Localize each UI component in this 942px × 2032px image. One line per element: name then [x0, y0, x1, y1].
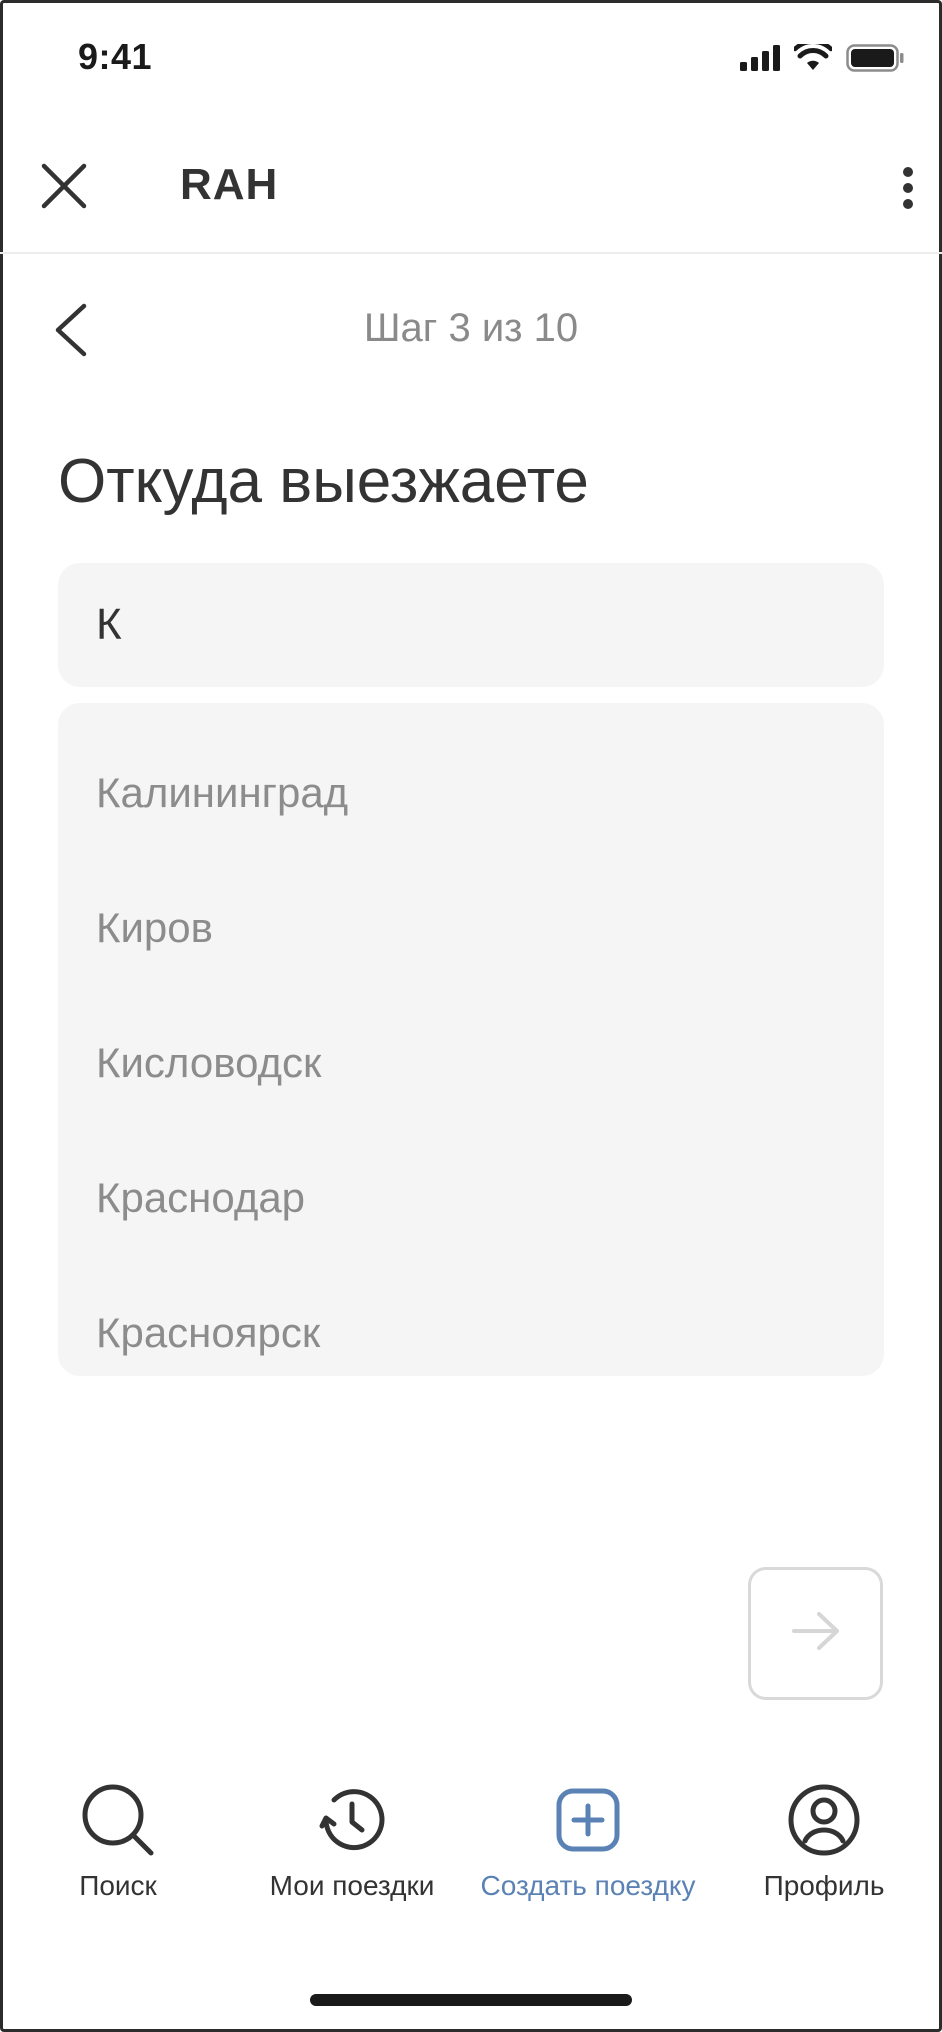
tab-label: Мои поездки: [269, 1870, 435, 1901]
suggestion-item[interactable]: Калининград: [58, 725, 884, 860]
arrow-right-icon: [791, 1611, 841, 1656]
suggestion-item[interactable]: Кисловодск: [58, 995, 884, 1130]
search-icon: [78, 1780, 158, 1860]
city-suggestions-list: Калининград Киров Кисловодск Краснодар К…: [58, 703, 884, 1376]
page-title: Откуда выезжаете: [58, 447, 589, 516]
suggestion-item[interactable]: Красноярск: [58, 1265, 884, 1400]
status-bar: 9:41: [0, 0, 942, 120]
tab-label: Создать поездку: [480, 1870, 696, 1901]
tab-label: Профиль: [763, 1870, 885, 1901]
tab-my-trips[interactable]: Мои поездки: [262, 1780, 442, 1902]
status-time: 9:41: [78, 36, 153, 77]
battery-icon: [846, 44, 904, 77]
close-button[interactable]: [36, 160, 92, 216]
suggestion-item[interactable]: Краснодар: [58, 1130, 884, 1265]
profile-icon: [784, 1780, 864, 1860]
tab-search[interactable]: Поиск: [68, 1780, 168, 1902]
more-vertical-icon: [902, 166, 914, 215]
bottom-tab-bar: Поиск Мои поездки Создать поездку Профил…: [0, 1780, 942, 1920]
home-indicator: [310, 1994, 632, 2006]
app-header: RAH: [0, 120, 942, 254]
app-title: RAH: [180, 160, 279, 209]
tab-create-trip[interactable]: Создать поездку: [480, 1780, 696, 1902]
next-step-button[interactable]: [748, 1567, 883, 1700]
departure-city-input[interactable]: [58, 563, 884, 687]
history-icon: [312, 1780, 392, 1860]
wifi-icon: [792, 39, 834, 77]
step-indicator: Шаг 3 из 10: [363, 306, 579, 350]
cellular-signal-icon: [740, 45, 780, 76]
more-options-button[interactable]: [888, 160, 928, 220]
suggestion-item[interactable]: Киров: [58, 860, 884, 995]
tab-profile[interactable]: Профиль: [764, 1780, 884, 1902]
tab-label: Поиск: [79, 1870, 157, 1901]
departure-city-field[interactable]: [58, 563, 884, 687]
close-icon: [41, 163, 87, 214]
plus-square-icon: [548, 1780, 628, 1860]
status-icons: [740, 39, 904, 77]
